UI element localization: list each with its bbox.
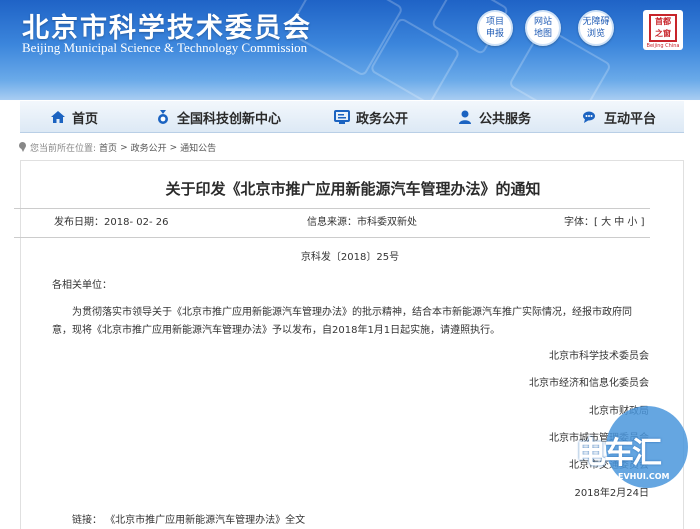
font-size-label: 字体： — [564, 217, 594, 228]
nav-item-gov-info[interactable]: 政务公开 — [308, 101, 434, 133]
site-map-button[interactable]: 网站地图 — [525, 10, 561, 46]
breadcrumb-prefix: 您当前所在位置: — [30, 144, 97, 154]
font-size-options[interactable]: [ 大 中 小 ] — [594, 217, 645, 228]
nav-item-home[interactable]: 首页 — [20, 101, 128, 133]
related-link: 链接： 《北京市推广应用新能源汽车管理办法》全文 — [72, 511, 305, 526]
watermark-sub: EVHUI.COM — [618, 472, 670, 481]
font-size-control: 字体：[ 大 中 小 ] — [564, 213, 645, 228]
chat-icon — [582, 109, 598, 125]
capital-window-logo[interactable]: 首都 之窗 Beijing China — [643, 10, 683, 50]
accessibility-label: 无障碍浏览 — [582, 17, 610, 39]
logo-caption: Beijing China — [646, 43, 680, 49]
nav-item-interaction[interactable]: 互动平台 — [554, 101, 684, 133]
related-link-label: 链接： — [72, 515, 102, 526]
breadcrumb-home-link[interactable]: 首页 — [99, 141, 117, 154]
body-paragraph-line: 为贯彻落实市领导关于《北京市推广应用新能源汽车管理办法》的批示精神，结合本市新能… — [72, 307, 632, 318]
project-apply-label: 项目申报 — [485, 17, 504, 39]
nav-item-public-service[interactable]: 公共服务 — [434, 101, 554, 133]
nav-label: 政务公开 — [355, 111, 408, 127]
nav-item-innovation-center[interactable]: 全国科技创新中心 — [128, 101, 308, 133]
watermark-logo: 电车汇 EVHUI.COM — [562, 404, 692, 512]
info-source-value: 市科委双新处 — [357, 217, 417, 228]
main-nav: 首页 全国科技创新中心 政务公开 公共服务 互动平台 — [20, 101, 684, 133]
breadcrumb-notice-link[interactable]: 通知公告 — [180, 141, 216, 154]
nav-label: 公共服务 — [478, 111, 531, 127]
doc-number: 京科发〔2018〕25号 — [300, 252, 400, 263]
home-icon — [50, 109, 66, 125]
nav-label: 全国科技创新中心 — [176, 111, 281, 127]
publish-date: 发布日期：2018- 02- 26 — [54, 213, 168, 228]
nav-label: 互动平台 — [603, 111, 656, 127]
signatory: 北京市科学技术委员会 — [549, 351, 649, 362]
watermark-text: 电车汇 — [576, 436, 662, 471]
site-title-en: Beijing Municipal Science & Technology C… — [22, 40, 308, 55]
related-link-text[interactable]: 《北京市推广应用新能源汽车管理办法》全文 — [105, 515, 305, 526]
header-banner: 北京市科学技术委员会 Beijing Municipal Science & T… — [0, 0, 700, 100]
project-apply-button[interactable]: 项目申报 — [477, 10, 513, 46]
signatory: 北京市经济和信息化委员会 — [529, 378, 649, 389]
publish-date-value: 2018- 02- 26 — [104, 217, 169, 228]
article-title: 关于印发《北京市推广应用新能源汽车管理办法》的通知 — [165, 180, 541, 198]
breadcrumb-separator: > — [120, 142, 128, 153]
salutation: 各相关单位： — [52, 280, 112, 291]
info-source: 信息来源：市科委双新处 — [307, 213, 417, 228]
breadcrumb-separator: > — [169, 142, 178, 153]
monitor-icon — [333, 109, 350, 125]
breadcrumb: 您当前所在位置: 首页 > 政务公开 > 通知公告 — [18, 141, 216, 154]
publish-date-label: 发布日期： — [54, 217, 104, 228]
location-pin-icon — [18, 142, 27, 153]
info-source-label: 信息来源： — [307, 217, 357, 228]
nav-label: 首页 — [71, 111, 98, 127]
person-icon — [457, 109, 473, 125]
site-map-label: 网站地图 — [533, 17, 552, 39]
breadcrumb-gov-info-link[interactable]: 政务公开 — [131, 141, 167, 154]
accessibility-button[interactable]: 无障碍浏览 — [578, 10, 614, 46]
medal-icon — [155, 109, 171, 125]
body-paragraph-line: 意，现将《北京市推广应用新能源汽车管理办法》予以发布，自2018年1月1日起实施… — [52, 325, 501, 336]
logo-seal: 首都 之窗 — [649, 14, 677, 42]
